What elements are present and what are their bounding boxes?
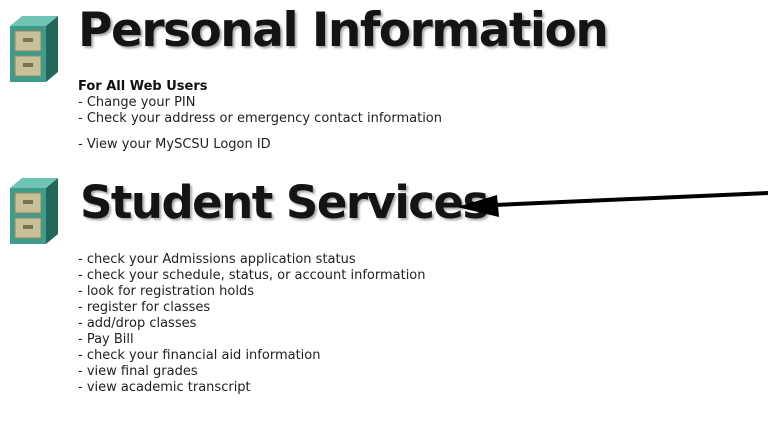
file-cabinet-icon: [10, 178, 58, 244]
register-for-classes-link[interactable]: - register for classes: [78, 300, 426, 316]
admissions-status-link[interactable]: - check your Admissions application stat…: [78, 252, 426, 268]
left-arrow-icon: [457, 191, 768, 217]
view-logon-id-link[interactable]: - View your MySCSU Logon ID: [78, 137, 442, 153]
add-drop-classes-link[interactable]: - add/drop classes: [78, 316, 426, 332]
academic-transcript-link[interactable]: - view academic transcript: [78, 380, 426, 396]
registration-holds-link[interactable]: - look for registration holds: [78, 284, 426, 300]
financial-aid-link[interactable]: - check your financial aid information: [78, 348, 426, 364]
for-all-web-users-label: For All Web Users: [78, 79, 208, 94]
file-cabinet-icon: [10, 16, 58, 82]
page-title-personal-information: Personal Information: [78, 3, 609, 58]
student-services-links: - check your Admissions application stat…: [78, 252, 426, 396]
pay-bill-link[interactable]: - Pay Bill: [78, 332, 426, 348]
change-pin-link[interactable]: - Change your PIN: [78, 95, 442, 111]
schedule-status-account-link[interactable]: - check your schedule, status, or accoun…: [78, 268, 426, 284]
personal-information-links: - Change your PIN - Check your address o…: [78, 95, 442, 153]
section-title-student-services: Student Services: [80, 176, 489, 229]
final-grades-link[interactable]: - view final grades: [78, 364, 426, 380]
check-address-link[interactable]: - Check your address or emergency contac…: [78, 111, 442, 127]
